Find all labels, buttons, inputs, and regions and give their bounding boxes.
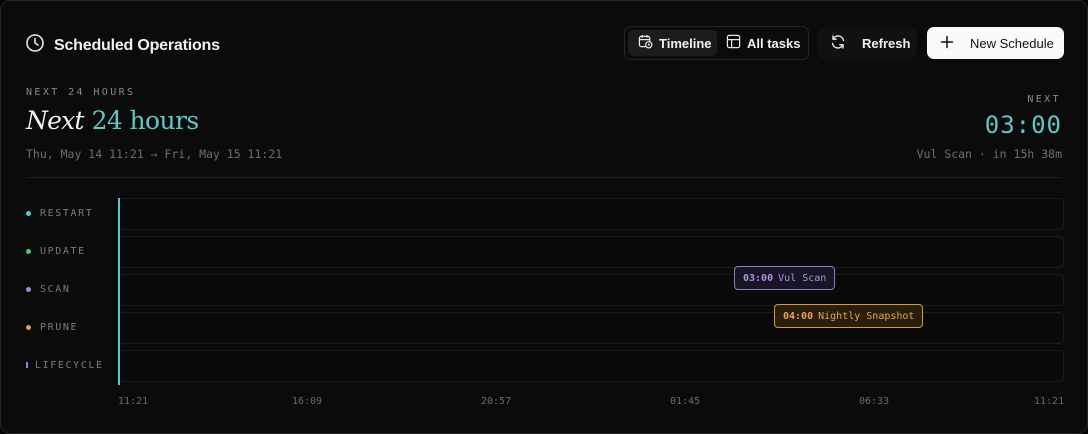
lane-lifecycle[interactable] [118,350,1064,382]
tab-timeline-label: Timeline [659,35,712,51]
lane-label-text: RESTART [40,207,94,219]
event-nightly-snapshot[interactable]: 04:00 Nightly Snapshot [774,304,924,328]
lane-label-lifecycle: LIFECYCLE [26,359,104,371]
tab-all-tasks[interactable]: All tasks [720,30,806,56]
axis-tick: 11:21 [1034,396,1065,407]
lane-label-scan: SCAN [26,283,70,295]
tab-all-tasks-label: All tasks [747,35,801,51]
refresh-button[interactable]: Refresh [818,27,917,59]
lane-label-text: PRUNE [40,321,79,333]
new-schedule-label: New Schedule [970,35,1054,51]
lane-label-text: SCAN [40,283,71,295]
event-vul-scan[interactable]: 03:00 Vul Scan [734,266,836,290]
axis-tick: 01:45 [670,396,701,407]
page-title: Scheduled Operations [54,36,220,54]
now-indicator [118,198,120,385]
lane-scan[interactable] [118,274,1064,306]
prune-dot-icon [26,324,31,330]
calendar-clock-icon [638,34,659,52]
update-dot-icon [26,248,31,254]
axis-tick: 11:21 [118,396,149,407]
refresh-icon [818,34,862,53]
lane-label-text: UPDATE [40,245,86,257]
restart-dot-icon [26,210,31,216]
lane-label-prune: PRUNE [26,321,78,333]
heading-accent: 24 hours [91,106,200,135]
scheduled-operations-panel: Scheduled Operations Timeline All tasks … [0,0,1088,434]
plus-icon [927,35,970,52]
axis-tick: 20:57 [481,396,512,407]
heading-italic: Next [26,106,84,135]
lane-restart[interactable] [118,198,1064,230]
view-switcher: Timeline All tasks [624,26,809,60]
axis-tick: 16:09 [292,396,323,407]
clock-icon [25,33,45,58]
lane-update[interactable] [118,236,1064,268]
window-range: Thu, May 14 11:21 → Fri, May 15 11:21 [26,147,283,161]
event-name: Nightly Snapshot [818,310,915,322]
lifecycle-bar-icon [26,362,28,368]
event-name: Vul Scan [778,272,827,284]
scan-dot-icon [26,286,31,292]
tab-timeline[interactable]: Timeline [628,30,717,56]
next-eyebrow: NEXT [1027,94,1061,105]
refresh-label: Refresh [862,35,911,51]
table-icon [726,34,747,52]
next-run-time: 03:00 [984,111,1062,139]
header: Scheduled Operations Timeline All tasks … [25,26,1064,61]
event-time: 03:00 [743,272,774,284]
divider [26,177,1062,178]
axis-tick: 06:33 [859,396,890,407]
window-eyebrow: NEXT 24 HOURS [26,87,136,98]
next-run-detail: Vul Scan · in 15h 38m [916,147,1062,161]
event-time: 04:00 [783,310,814,322]
lane-label-update: UPDATE [26,245,86,257]
lane-label-restart: RESTART [26,207,93,219]
new-schedule-button[interactable]: New Schedule [927,27,1064,59]
window-heading: Next 24 hours [26,106,199,135]
lane-label-text: LIFECYCLE [35,359,104,371]
title-group: Scheduled Operations [25,33,220,58]
